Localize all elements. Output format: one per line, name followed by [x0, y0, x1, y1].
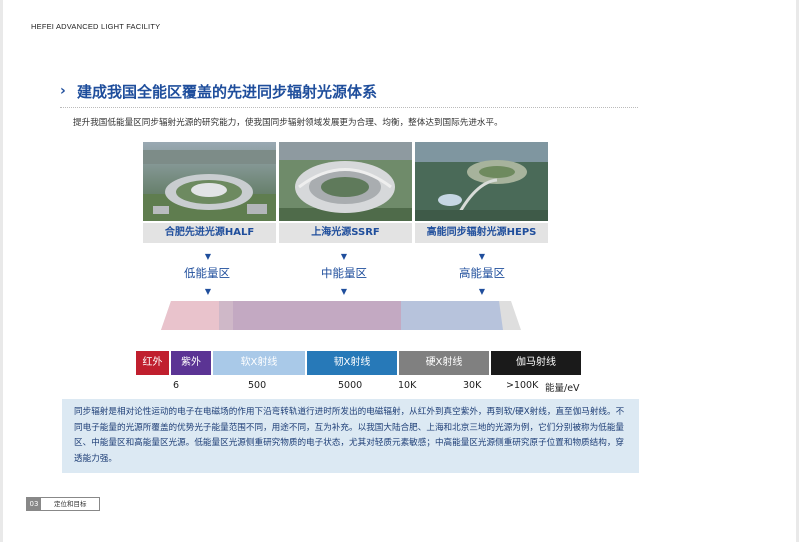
explanation-text: 同步辐射是相对论性运动的电子在电磁场的作用下沿弯转轨道行进时所发出的电磁辐射，从… — [74, 407, 625, 464]
arrow-down-icon: ▼ — [340, 287, 348, 296]
section-title-bar: › 建成我国全能区覆盖的先进同步辐射光源体系 — [60, 81, 638, 108]
energy-unit: 能量/eV — [545, 383, 580, 394]
ssrf-facility-photo — [279, 142, 412, 221]
arrow-down-icon: ▼ — [204, 287, 212, 296]
energy-tick: 500 — [248, 380, 267, 391]
spectrum-tender-xray: 韧X射线 — [307, 351, 397, 375]
facility-name: 合肥先进光源HALF — [143, 223, 276, 243]
explanation-box: 同步辐射是相对论性运动的电子在电磁场的作用下沿弯转轨道行进时所发出的电磁辐射，从… — [62, 399, 639, 473]
energy-tick: 30K — [463, 380, 482, 391]
footer-section-label: 定位和目标 — [54, 500, 87, 508]
spectrum-infrared: 红外 — [136, 351, 169, 375]
arrow-down-icon: ▼ — [478, 287, 486, 296]
half-facility-photo — [143, 142, 276, 221]
energy-tick: >100K — [506, 380, 539, 391]
facility-name: 高能同步辐射光源HEPS — [415, 223, 548, 243]
heps-facility-photo — [415, 142, 548, 221]
section-subtitle: 提升我国低能量区同步辐射光源的研究能力，使我国同步辐射领域发展更为合理、均衡，整… — [73, 118, 503, 128]
page-footer: 03 定位和目标 — [26, 497, 100, 511]
energy-tick: 5000 — [338, 380, 363, 391]
energy-tick: 10K — [398, 380, 417, 391]
arrow-down-icon: ▼ — [478, 252, 486, 261]
spectrum-soft-xray: 软X射线 — [213, 351, 305, 375]
energy-level-label: 低能量区 — [184, 266, 230, 280]
spectrum-gamma-ray: 伽马射线 — [491, 351, 581, 375]
page-edge-left — [0, 0, 3, 542]
page-number: 03 — [27, 498, 41, 510]
energy-level-label: 中能量区 — [321, 266, 367, 280]
spectrum-ultraviolet: 紫外 — [171, 351, 211, 375]
energy-level-label: 高能量区 — [459, 266, 505, 280]
document-header: HEFEI ADVANCED LIGHT FACILITY — [31, 22, 161, 31]
arrow-down-icon: ▼ — [204, 252, 212, 261]
facility-name: 上海光源SSRF — [279, 223, 412, 243]
energy-tick: 6 — [173, 380, 180, 391]
coverage-band — [161, 301, 521, 330]
chevron-right-icon: › — [60, 83, 66, 99]
arrow-down-icon: ▼ — [340, 252, 348, 261]
section-title: 建成我国全能区覆盖的先进同步辐射光源体系 — [77, 83, 378, 101]
spectrum-hard-xray: 硬X射线 — [399, 351, 489, 375]
